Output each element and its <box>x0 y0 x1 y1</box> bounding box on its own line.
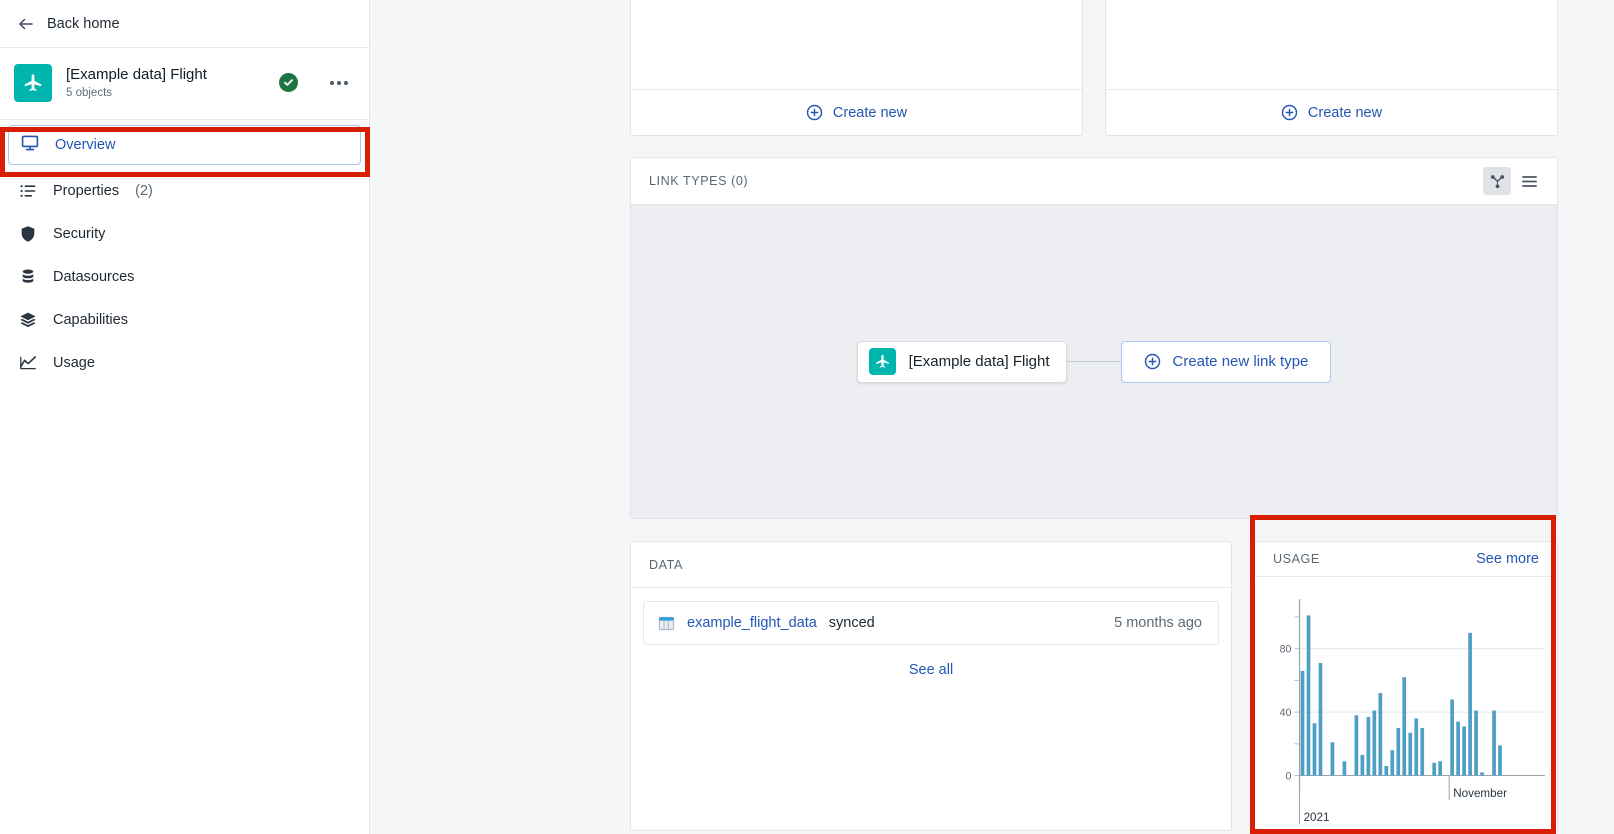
sidebar-item-label-usage: Usage <box>53 354 95 371</box>
usage-chart-wrap: 0 40 80 November 2021 <box>1255 577 1557 830</box>
sidebar-item-count-properties: (2) <box>135 182 153 199</box>
create-new-label-2: Create new <box>1307 104 1383 121</box>
sidebar-item-capabilities[interactable]: Capabilities <box>0 298 369 341</box>
link-types-title: LINK TYPES (0) <box>649 174 749 188</box>
arrow-left-icon <box>18 16 34 32</box>
svg-text:80: 80 <box>1280 644 1292 656</box>
sidebar-item-security[interactable]: Security <box>0 212 369 255</box>
create-new-link-type-button[interactable]: Create new link type <box>1120 340 1332 383</box>
create-new-button-2[interactable]: Create new <box>1106 89 1557 135</box>
list-view-icon[interactable] <box>1515 167 1543 195</box>
create-new-button-1[interactable]: Create new <box>631 89 1082 135</box>
create-new-link-type-label: Create new link type <box>1172 353 1309 370</box>
data-card: DATA example_flight_data synced 5 months… <box>630 541 1232 831</box>
link-types-header: LINK TYPES (0) <box>631 158 1557 204</box>
link-types-view-toggle <box>1483 167 1543 195</box>
sidebar-item-label-security: Security <box>53 225 106 242</box>
link-type-node[interactable]: [Example data] Flight <box>856 340 1067 383</box>
object-meta: [Example data] Flight 5 objects <box>66 66 265 100</box>
list-icon <box>18 181 37 200</box>
top-card-2: Create new <box>1105 0 1558 136</box>
link-type-node-label: [Example data] Flight <box>908 353 1050 370</box>
sidebar-item-label-overview: Overview <box>55 137 116 153</box>
sidebar: Back home [Example data] Flight 5 object… <box>0 0 370 834</box>
sidebar-item-label-datasources: Datasources <box>53 268 135 285</box>
see-all-link[interactable]: See all <box>643 645 1219 678</box>
check-circle-icon[interactable] <box>279 73 298 92</box>
plus-circle-icon <box>1144 353 1161 370</box>
svg-text:0: 0 <box>1285 770 1291 782</box>
svg-text:2021: 2021 <box>1304 811 1330 824</box>
usage-card-title: USAGE <box>1273 551 1320 566</box>
sidebar-item-label-properties: Properties <box>53 182 120 199</box>
sidebar-item-datasources[interactable]: Datasources <box>0 255 369 298</box>
sidebar-item-properties[interactable]: Properties (2) <box>0 169 369 212</box>
see-more-link[interactable]: See more <box>1476 551 1539 567</box>
monitor-icon <box>21 134 39 156</box>
sidebar-item-overview[interactable]: Overview <box>8 125 361 165</box>
more-horizontal-icon[interactable] <box>325 71 353 95</box>
data-card-header: DATA <box>631 542 1231 588</box>
database-icon <box>18 267 37 286</box>
usage-card-header: USAGE See more <box>1255 542 1557 577</box>
sidebar-nav: Overview Properties (2) Security Datasou… <box>0 125 369 384</box>
airplane-icon <box>14 63 52 102</box>
object-subtitle: 5 objects <box>66 87 113 100</box>
data-row[interactable]: example_flight_data synced 5 months ago <box>643 601 1219 645</box>
app-root: Back home [Example data] Flight 5 object… <box>0 0 1614 834</box>
data-row-time: 5 months ago <box>1114 615 1202 631</box>
top-cards-row: Create new Create new <box>630 0 1558 136</box>
data-row-status: synced <box>828 615 875 631</box>
plus-circle-icon <box>1281 104 1298 121</box>
layout-gutter <box>370 0 630 834</box>
spreadsheet-icon <box>658 615 675 632</box>
sidebar-item-label-capabilities: Capabilities <box>53 311 128 328</box>
object-header: [Example data] Flight 5 objects <box>0 48 369 120</box>
shield-icon <box>18 224 37 243</box>
top-card-1: Create new <box>630 0 1083 136</box>
link-types-card: LINK TYPES (0) [Example data] Flight Cre… <box>630 157 1558 519</box>
airplane-icon <box>868 348 896 375</box>
usage-card: USAGE See more 0 40 80 November 2021 <box>1254 541 1558 831</box>
sidebar-item-overview-wrap: Overview <box>0 125 369 165</box>
svg-text:40: 40 <box>1280 707 1292 719</box>
object-title: [Example data] Flight <box>66 65 207 83</box>
top-card-1-body <box>631 0 1082 89</box>
sidebar-item-usage[interactable]: Usage <box>0 341 369 384</box>
svg-text:November: November <box>1453 787 1507 800</box>
layers-icon <box>18 310 37 329</box>
graph-view-icon[interactable] <box>1483 167 1511 195</box>
bottom-row: DATA example_flight_data synced 5 months… <box>630 541 1558 831</box>
link-types-graph: [Example data] Flight Create new link ty… <box>631 204 1557 518</box>
usage-bar-chart: 0 40 80 November 2021 <box>1280 598 1545 824</box>
link-types-graph-row: [Example data] Flight Create new link ty… <box>856 340 1332 383</box>
back-home-label: Back home <box>47 15 120 32</box>
plus-circle-icon <box>806 104 823 121</box>
data-card-body: example_flight_data synced 5 months ago … <box>631 588 1231 678</box>
data-row-name[interactable]: example_flight_data <box>687 615 817 631</box>
top-card-2-body <box>1106 0 1557 89</box>
data-card-title: DATA <box>649 557 683 572</box>
main-content: Create new Create new LINK TYPES (0) [Ex… <box>630 0 1614 834</box>
chart-line-icon <box>18 353 37 372</box>
create-new-label-1: Create new <box>832 104 908 121</box>
graph-connector <box>1066 361 1121 362</box>
back-home-button[interactable]: Back home <box>0 0 369 48</box>
